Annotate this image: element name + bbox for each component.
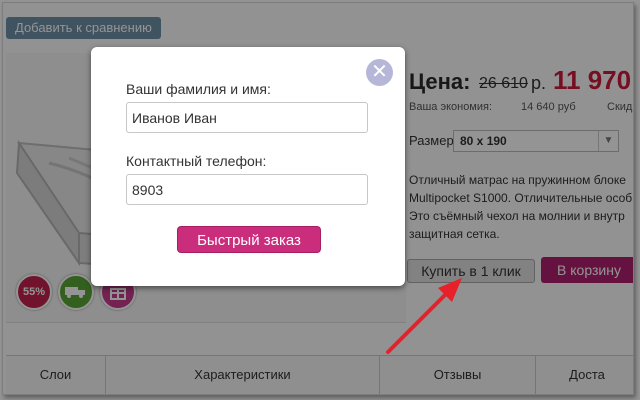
- phone-label: Контактный телефон:: [126, 153, 267, 169]
- close-icon[interactable]: ✕: [366, 59, 393, 86]
- red-arrow-annotation: [386, 278, 462, 354]
- quick-order-button[interactable]: Быстрый заказ: [177, 226, 321, 253]
- name-field[interactable]: [126, 102, 368, 133]
- name-label: Ваши фамилия и имя:: [126, 81, 271, 97]
- quick-order-dialog: ✕ Ваши фамилия и имя: Контактный телефон…: [91, 47, 405, 286]
- phone-field[interactable]: [126, 174, 368, 205]
